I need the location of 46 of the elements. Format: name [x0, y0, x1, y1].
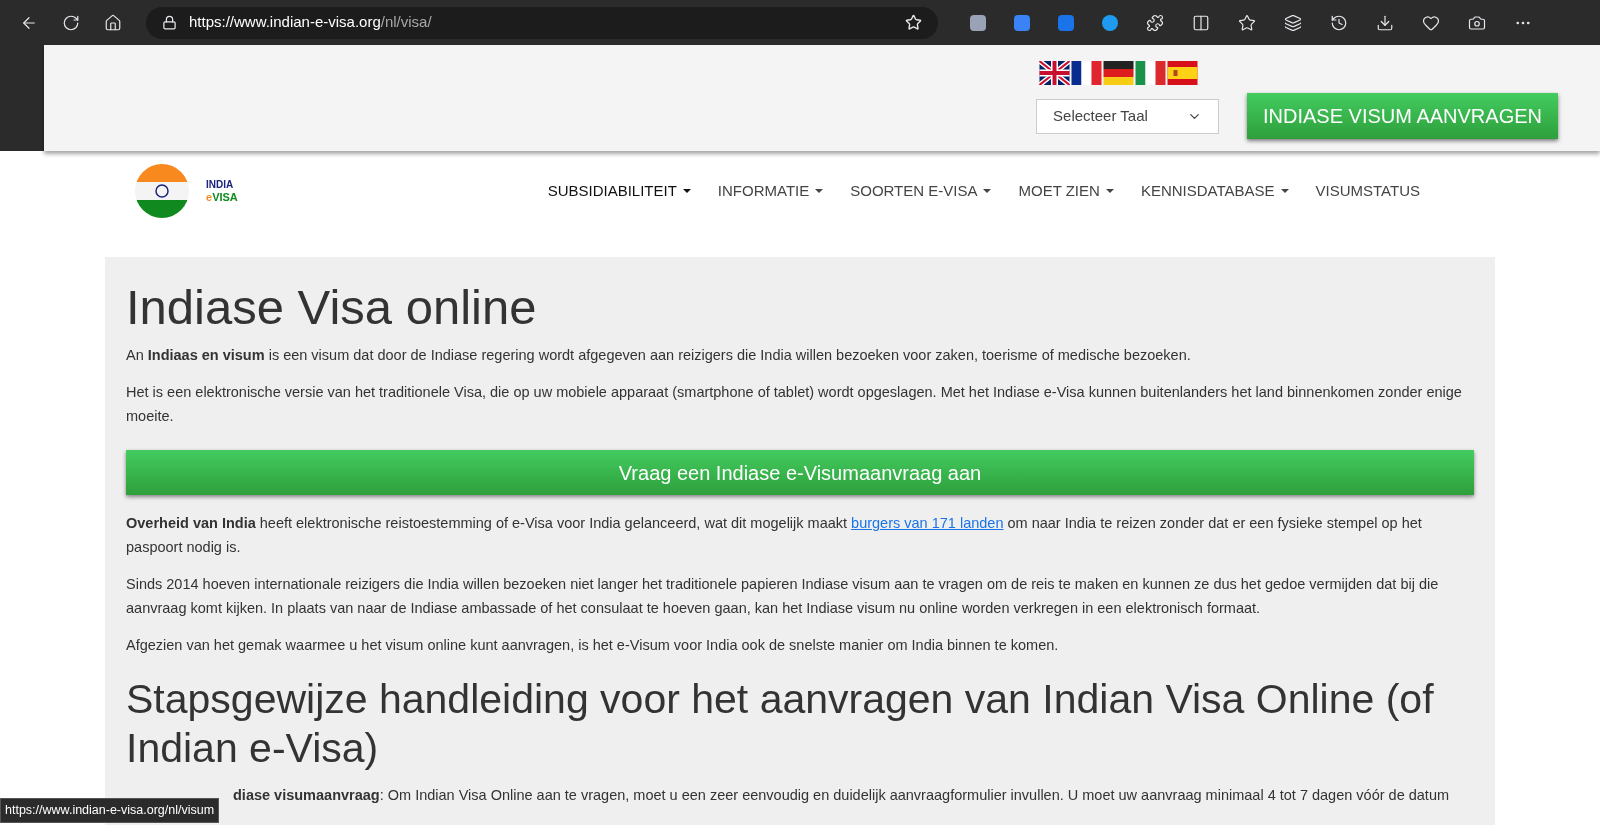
caret-icon: [815, 189, 824, 193]
caret-icon: [1280, 189, 1289, 193]
nav-link[interactable]: SUBSIDIABILITEIT: [547, 179, 691, 203]
flag-icon[interactable]: [1039, 61, 1071, 85]
nav-link[interactable]: VISUMSTATUS: [1315, 179, 1420, 203]
caret-icon: [1105, 189, 1114, 193]
extension-icon[interactable]: [1014, 14, 1030, 31]
body-paragraph: Sinds 2014 hoeven internationale reizigers die India willen bezoeken niet langer het traditionele papieren Indiase visum aan te vragen om de reis te maken en kunnen ze dus het gedoe vermijden dat bij die aanvraag komt kijken. In plaats van naar de Indiase ambassade of het consulaat te hoeven gaan, kan het Indiase visum nu online worden verkregen in een elektronisch formaat.: [126, 575, 1440, 618]
india-flag-logo[interactable]: [135, 164, 189, 218]
refresh-icon[interactable]: [62, 13, 80, 32]
status-url-tooltip: https://www.indian-e-visa.org/nl/visum: [0, 798, 220, 823]
history-icon[interactable]: [1330, 13, 1348, 32]
page-title: Indiase Visa online: [126, 279, 538, 336]
screenshot-icon[interactable]: [1468, 13, 1486, 32]
address-bar[interactable]: https://www.indian-e-visa.org/nl/visa/: [146, 6, 938, 39]
intro-paragraph: Het is een elektronische versie van het traditionele Visa, die op uw mobiele apparaat (smartphone of tablet) wordt opgeslagen. Met het Indiase e-Visa kunnen buitenlanders het land binnenkomen zonder enige moeite.: [126, 383, 1463, 426]
favorites-icon[interactable]: [1238, 13, 1256, 32]
caret-icon: [682, 189, 691, 193]
countries-link[interactable]: burgers van 171 landen: [851, 515, 1004, 531]
extension-icon[interactable]: [970, 14, 986, 31]
body-paragraph: Afgezien van het gemak waarmee u het visum online kunt aanvragen, is het e-Visum voor India ook de snelste manier om India binnen te komen.: [126, 636, 1060, 655]
lock-icon[interactable]: [162, 15, 177, 30]
nav-link[interactable]: SOORTEN E-VISA: [850, 179, 992, 203]
body-paragraph: diase visumaanvraag: Om Indian Visa Online aan te vragen, moet u een zeer eenvoudig en duidelijk aanvraagformulier invullen. U moet uw aanvraag minimaal 4 tot 7 dagen vóór de datum: [232, 786, 1451, 805]
split-screen-icon[interactable]: [1192, 13, 1210, 32]
extension-icon[interactable]: [1102, 14, 1118, 31]
heart-icon[interactable]: [1422, 13, 1440, 32]
collections-icon[interactable]: [1284, 13, 1302, 32]
nav-link[interactable]: INFORMATIE: [717, 179, 824, 203]
flag-icon[interactable]: [1071, 61, 1103, 85]
favorite-icon[interactable]: [905, 14, 922, 31]
flag-icon[interactable]: [1103, 61, 1135, 85]
nav-link[interactable]: KENNISDATABASE: [1140, 179, 1289, 203]
logo-text: eVISA: [206, 191, 238, 203]
section-heading: Stapsgewijze handleiding voor het aanvragen van Indian Visa Online (of Indian e-Visa): [126, 675, 1435, 773]
body-paragraph: Overheid van India heeft elektronische reistoestemming of e-Visa voor India gelanceerd, wat dit mogelijk maakt burgers van 171 landen om naar India te reizen zonder dat er een fysieke stempel op het paspoort nodig is.: [126, 514, 1423, 557]
download-icon[interactable]: [1376, 13, 1394, 32]
language-select[interactable]: Selecteer Taal: [1036, 99, 1220, 134]
puzzle-icon[interactable]: [1146, 13, 1164, 32]
url-text: https://www.indian-e-visa.org/nl/visa/: [189, 12, 433, 33]
nav-link[interactable]: MOET ZIEN: [1018, 179, 1114, 203]
extension-icon[interactable]: [1058, 14, 1074, 31]
intro-paragraph: An Indiaas en visum is een visum dat door de Indiase regering wordt afgegeven aan reizigers die India willen bezoeken voor zaken, toerisme of medische bezoeken.: [126, 346, 1192, 365]
logo-text: INDIA: [206, 179, 235, 191]
home-icon[interactable]: [104, 13, 122, 32]
caret-icon: [983, 189, 992, 193]
